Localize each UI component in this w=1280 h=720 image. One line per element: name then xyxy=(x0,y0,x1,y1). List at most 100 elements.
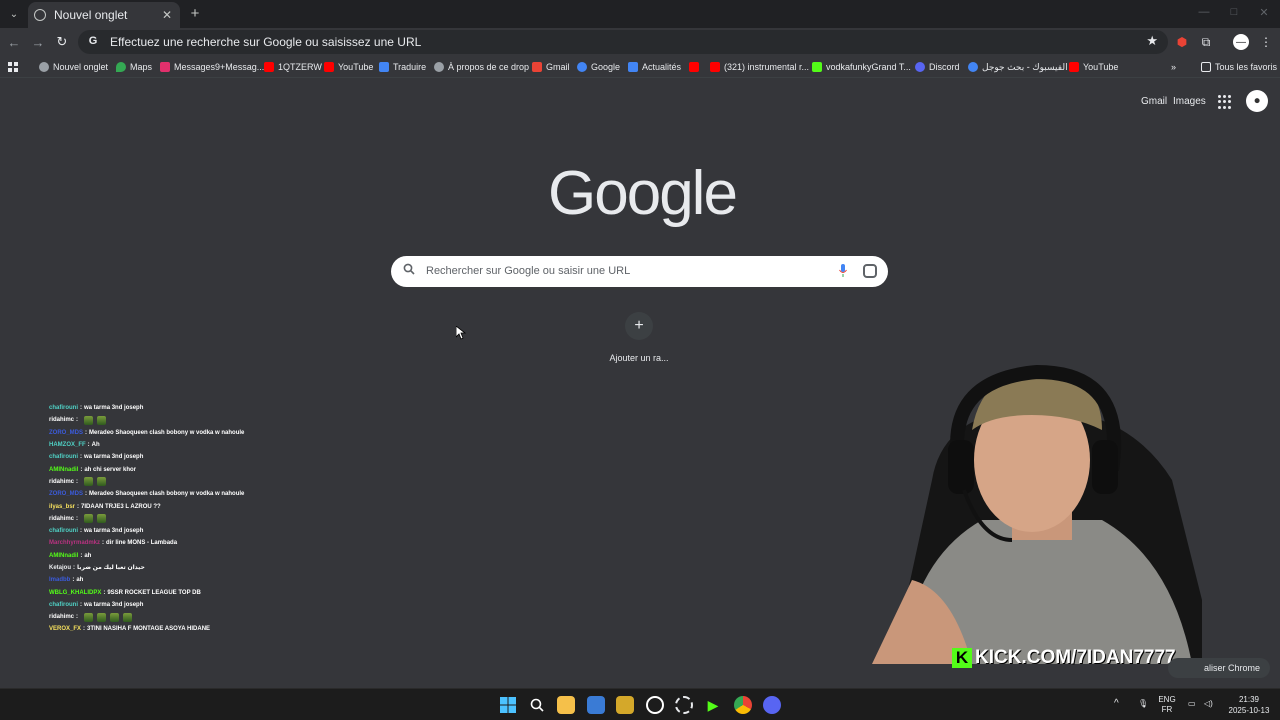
search-icon[interactable] xyxy=(528,696,546,714)
bookmark-item[interactable]: Actualités xyxy=(628,60,681,74)
bookmark-item[interactable]: 1QTZERW xyxy=(264,60,322,74)
back-button[interactable]: ← xyxy=(4,32,24,52)
google-lens-icon[interactable] xyxy=(863,264,877,278)
webcam-feed xyxy=(872,360,1212,664)
chat-message: ridahimc: xyxy=(49,611,309,623)
chrome-favicon-icon xyxy=(34,9,46,21)
address-bar[interactable]: G Effectuez une recherche sur Google ou … xyxy=(78,30,1168,54)
chat-separator: : xyxy=(85,491,88,498)
bookmark-item[interactable]: الفيسبوك - بحث جوجل xyxy=(968,60,1068,74)
bookmark-label: Messages9+Messag... xyxy=(174,62,265,72)
network-icon[interactable]: ▭ xyxy=(1188,699,1196,708)
chat-username: ridahimc xyxy=(49,515,75,522)
bookmark-star-icon[interactable]: ★ xyxy=(1146,33,1158,49)
google-g-icon: G xyxy=(88,35,98,47)
tray-overflow-chevron-icon[interactable]: ^ xyxy=(1114,698,1119,709)
youtube-icon xyxy=(1069,62,1079,72)
microphone-icon[interactable]: 🎙 xyxy=(1138,699,1148,708)
profile-icon[interactable]: — xyxy=(1233,34,1249,50)
customize-chrome-button[interactable]: aliser Chrome xyxy=(1168,658,1270,678)
bookmark-item[interactable]: Nouvel onglet xyxy=(39,60,108,74)
chat-message: ridahimc: xyxy=(49,513,309,525)
images-link[interactable]: Images xyxy=(1173,96,1206,107)
menu-dots-icon[interactable]: ⋮ xyxy=(1258,34,1274,50)
tab-search-button[interactable]: ⌄ xyxy=(4,4,24,24)
chat-message: VEROX_FX: 3TINI NASIHA F MONTAGE ASOYA H… xyxy=(49,623,309,635)
app-stack-icon[interactable] xyxy=(616,696,634,714)
bookmarks-overflow-chevron-icon[interactable]: » xyxy=(1171,60,1176,74)
close-window-button[interactable]: ✕ xyxy=(1256,6,1272,19)
account-avatar[interactable]: ⬤ xyxy=(1246,90,1268,112)
chat-text: dir line MONS - Lambada xyxy=(106,540,178,547)
search-input[interactable]: Rechercher sur Google ou saisir une URL xyxy=(426,265,630,277)
bookmark-item[interactable]: Google xyxy=(577,60,620,74)
chat-separator: : xyxy=(87,442,90,449)
chat-separator: : xyxy=(80,466,83,473)
tab-new-tab[interactable]: Nouvel onglet ✕ xyxy=(28,2,180,28)
chat-username: AMINnadil xyxy=(49,466,79,473)
translate-icon xyxy=(379,62,389,72)
chat-separator: : xyxy=(72,577,75,584)
volume-icon[interactable]: ◁) xyxy=(1204,699,1213,708)
chat-emote-icon xyxy=(84,612,94,622)
obs-icon[interactable] xyxy=(646,696,664,714)
chat-separator: : xyxy=(76,515,79,522)
gmail-link[interactable]: Gmail xyxy=(1141,96,1167,107)
clock[interactable]: 21:39 2025-10-13 xyxy=(1226,694,1272,716)
bookmark-label: YouTube xyxy=(1083,62,1119,72)
new-tab-button[interactable]: + xyxy=(186,4,204,22)
chat-emote-icon xyxy=(84,514,94,524)
kick-app-icon[interactable]: ▶ xyxy=(704,696,722,714)
windows-start-icon[interactable] xyxy=(499,696,517,714)
address-bar-text: Effectuez une recherche sur Google ou sa… xyxy=(110,35,422,49)
bookmark-item[interactable]: YouTube xyxy=(1069,60,1118,74)
search-box[interactable]: Rechercher sur Google ou saisir une URL xyxy=(391,256,888,287)
tab-close-icon[interactable]: ✕ xyxy=(160,8,174,22)
bookmark-item[interactable]: YouTube xyxy=(324,60,373,74)
voice-search-icon[interactable] xyxy=(839,264,847,278)
chat-text: ah chi server khor xyxy=(84,466,137,473)
chat-username: AMINnadil xyxy=(49,552,79,559)
apps-grid-icon[interactable] xyxy=(8,60,18,74)
chat-separator: : xyxy=(77,503,80,510)
youtube-icon xyxy=(264,62,274,72)
bookmark-item[interactable]: (321) instrumental r... xyxy=(710,60,809,74)
input-language[interactable]: ENG FR xyxy=(1153,695,1181,715)
bookmark-item[interactable]: À propos de ce drop xyxy=(434,60,529,74)
microsoft-store-icon[interactable] xyxy=(587,696,605,714)
all-bookmarks-folder[interactable]: Tous les favoris xyxy=(1201,60,1277,74)
bookmark-item[interactable]: Gmail xyxy=(532,60,570,74)
chat-separator: : xyxy=(76,614,79,621)
chat-separator: : xyxy=(103,589,106,596)
discord-app-icon[interactable] xyxy=(763,696,781,714)
extension-red-icon[interactable]: ⬢ xyxy=(1174,34,1190,50)
chat-username: Ketajou xyxy=(49,565,72,571)
bookmark-item[interactable]: vodkafunkyGrand T... xyxy=(812,60,911,74)
bookmark-item[interactable]: Messages9+Messag... xyxy=(160,60,264,74)
youtube-icon xyxy=(324,62,334,72)
bookmarks-bar: Nouvel onglet Maps Messages9+Messag... 1… xyxy=(0,56,1280,78)
chat-separator: : xyxy=(80,552,83,559)
chat-text: 9SSR ROCKET LEAGUE TOP DB xyxy=(107,589,201,596)
file-explorer-icon[interactable] xyxy=(557,696,575,714)
maps-icon xyxy=(116,62,126,72)
reload-button[interactable]: ↻ xyxy=(52,32,72,52)
bookmark-label: الفيسبوك - بحث جوجل xyxy=(982,61,1068,72)
maximize-button[interactable]: □ xyxy=(1226,6,1242,18)
forward-button[interactable]: → xyxy=(28,32,48,52)
extensions-puzzle-icon[interactable]: ⧉ xyxy=(1198,34,1214,50)
add-shortcut-button[interactable]: + xyxy=(625,312,653,340)
bookmark-item[interactable]: Discord xyxy=(915,60,960,74)
chrome-icon[interactable] xyxy=(734,696,752,714)
google-apps-icon[interactable] xyxy=(1218,95,1232,109)
bookmark-item[interactable] xyxy=(689,60,703,74)
chat-username: chafirouni xyxy=(49,405,79,412)
game-app-icon[interactable] xyxy=(675,696,693,714)
bookmark-item[interactable]: Traduire xyxy=(379,60,426,74)
chat-separator: : xyxy=(76,478,79,485)
chat-separator: : xyxy=(80,454,83,461)
minimize-button[interactable]: — xyxy=(1196,6,1212,18)
chat-username: chafirouni xyxy=(49,454,79,461)
bookmark-item[interactable]: Maps xyxy=(116,60,152,74)
chat-text: Meradeo Shaoqueen clash bobony w vodka w… xyxy=(89,429,245,436)
